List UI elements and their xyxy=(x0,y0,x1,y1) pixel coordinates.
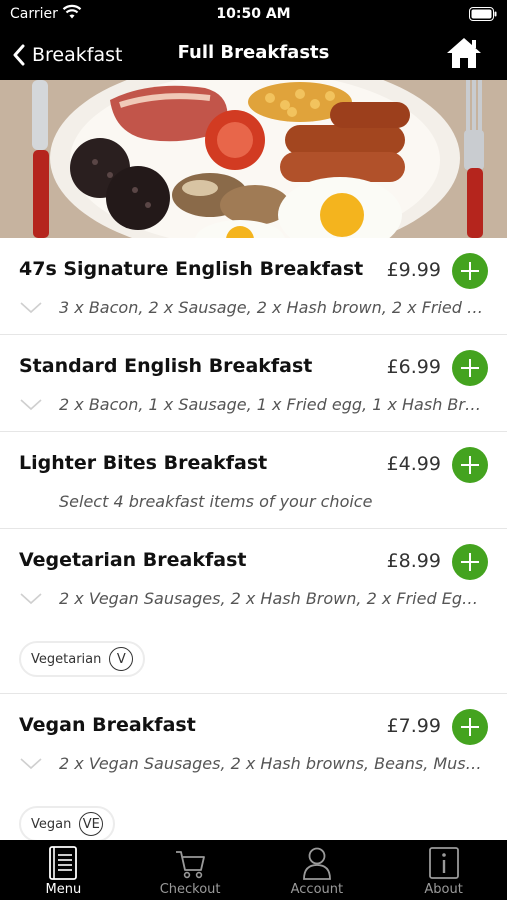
item-description: 2 x Vegan Sausages, 2 x Hash browns, Bea… xyxy=(59,754,487,773)
vegetarian-badge: Vegetarian V xyxy=(19,641,146,677)
item-price: £6.99 xyxy=(386,356,441,378)
chevron-down-icon[interactable] xyxy=(20,302,42,314)
tab-label: Account xyxy=(290,882,344,897)
item-price: £8.99 xyxy=(386,550,441,572)
hero-image xyxy=(0,80,507,238)
item-name: Vegetarian Breakfast xyxy=(19,549,247,571)
item-price: £9.99 xyxy=(386,259,441,281)
cart-icon xyxy=(176,851,206,879)
item-name: Standard English Breakfast xyxy=(19,355,313,377)
tab-label: Checkout xyxy=(159,882,221,897)
tab-about[interactable]: About xyxy=(380,840,507,900)
battery-icon xyxy=(469,7,497,21)
item-price: £4.99 xyxy=(386,453,441,475)
info-icon xyxy=(428,847,459,879)
item-description: 2 x Vegan Sausages, 2 x Hash Brown, 2 x … xyxy=(59,589,487,608)
menu-item[interactable]: Vegetarian Breakfast £8.99 2 x Vegan Sau… xyxy=(0,529,507,694)
status-time: 10:50 AM xyxy=(216,6,291,22)
add-to-basket-button[interactable] xyxy=(452,544,488,580)
add-to-basket-button[interactable] xyxy=(452,447,488,483)
chevron-left-icon xyxy=(13,44,25,66)
vegan-icon: VE xyxy=(79,812,104,836)
menu-item[interactable]: 47s Signature English Breakfast £9.99 3 … xyxy=(0,238,507,335)
menu-book-icon xyxy=(49,846,78,880)
tab-checkout[interactable]: Checkout xyxy=(127,840,254,900)
user-icon xyxy=(302,847,331,880)
tab-bar: Menu Checkout Account About xyxy=(0,840,507,900)
back-label: Breakfast xyxy=(32,44,123,66)
add-to-basket-button[interactable] xyxy=(452,709,488,745)
add-to-basket-button[interactable] xyxy=(452,253,488,289)
back-button[interactable]: Breakfast xyxy=(12,38,122,72)
item-name: Vegan Breakfast xyxy=(19,714,196,736)
item-price: £7.99 xyxy=(386,715,441,737)
home-icon[interactable] xyxy=(445,35,483,71)
item-description: 2 x Bacon, 1 x Sausage, 1 x Fried egg, 1… xyxy=(59,395,487,414)
chevron-down-icon[interactable] xyxy=(20,593,42,605)
vegetarian-icon: V xyxy=(109,647,134,671)
item-name: Lighter Bites Breakfast xyxy=(19,452,268,474)
tab-account[interactable]: Account xyxy=(254,840,381,900)
tab-label: Menu xyxy=(45,882,82,897)
item-description: 3 x Bacon, 2 x Sausage, 2 x Hash brown, … xyxy=(59,298,487,317)
badge-label: Vegan xyxy=(31,816,72,832)
tab-label: About xyxy=(424,882,463,897)
add-to-basket-button[interactable] xyxy=(452,350,488,386)
menu-item[interactable]: Lighter Bites Breakfast £4.99 Select 4 b… xyxy=(0,432,507,529)
status-bar: Carrier 10:50 AM xyxy=(0,0,507,30)
chevron-down-icon[interactable] xyxy=(20,758,42,770)
badge-label: Vegetarian xyxy=(31,651,102,667)
breakfast-photo xyxy=(0,80,507,238)
menu-content[interactable]: 47s Signature English Breakfast £9.99 3 … xyxy=(0,80,507,840)
item-name: 47s Signature English Breakfast xyxy=(19,258,364,280)
menu-item[interactable]: Vegan Breakfast £7.99 2 x Vegan Sausages… xyxy=(0,694,507,840)
chevron-down-icon[interactable] xyxy=(20,399,42,411)
menu-item[interactable]: Standard English Breakfast £6.99 2 x Bac… xyxy=(0,335,507,432)
tab-menu[interactable]: Menu xyxy=(0,840,127,900)
item-description: Select 4 breakfast items of your choice xyxy=(59,492,373,511)
vegan-badge: Vegan VE xyxy=(19,806,116,840)
navigation-bar: Breakfast Full Breakfasts xyxy=(0,30,507,80)
